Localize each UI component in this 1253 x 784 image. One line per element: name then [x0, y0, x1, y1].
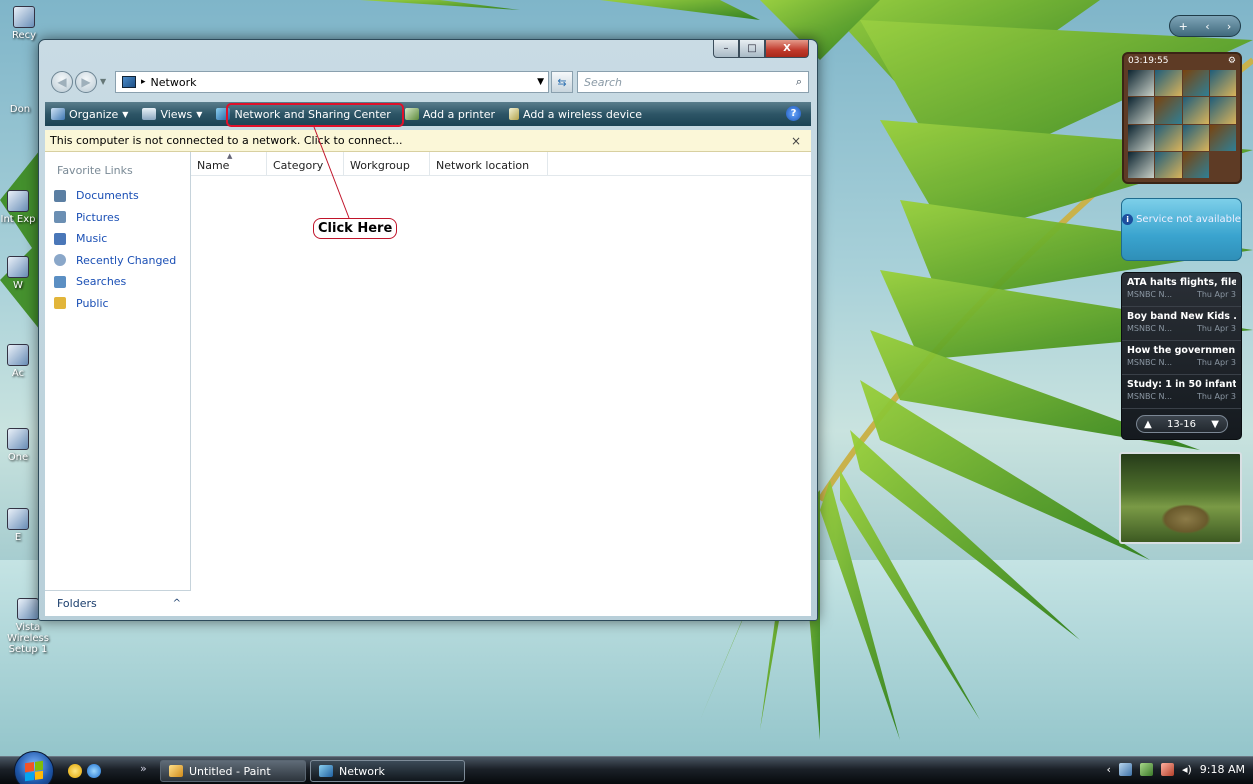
- news-source: MSNBC N...: [1127, 392, 1173, 401]
- pager-down-icon[interactable]: ▼: [1211, 419, 1219, 430]
- news-item[interactable]: ATA halts flights, file... MSNBC N... Thu…: [1122, 273, 1241, 307]
- puzzle-tile[interactable]: [1155, 124, 1182, 151]
- pager-range: 13-16: [1166, 418, 1197, 430]
- quick-launch-more[interactable]: »: [140, 762, 147, 775]
- clock[interactable]: 9:18 AM: [1200, 763, 1245, 776]
- puzzle-tile[interactable]: [1209, 70, 1236, 97]
- news-date: Thu Apr 3: [1196, 324, 1236, 333]
- pager-up-icon[interactable]: ▲: [1144, 419, 1152, 430]
- news-item[interactable]: Boy band New Kids ... MSNBC N... Thu Apr …: [1122, 307, 1241, 341]
- puzzle-options-icon[interactable]: ⚙: [1228, 56, 1236, 66]
- tray-expand-icon[interactable]: ‹: [1107, 763, 1111, 776]
- messenger-icon[interactable]: [68, 764, 82, 778]
- news-headline: Study: 1 in 50 infants...: [1127, 379, 1236, 390]
- puzzle-tile[interactable]: [1182, 151, 1209, 178]
- puzzle-tile[interactable]: [1209, 151, 1236, 178]
- puzzle-timer: 03:19:55: [1128, 56, 1169, 66]
- news-item[interactable]: Study: 1 in 50 infants... MSNBC N... Thu …: [1122, 375, 1241, 409]
- slideshow-image: [1161, 504, 1211, 534]
- news-item[interactable]: How the governmen... MSNBC N... Thu Apr 3: [1122, 341, 1241, 375]
- add-gadget-button[interactable]: +: [1179, 20, 1188, 33]
- system-tray: ‹ ◂) 9:18 AM: [1099, 763, 1245, 776]
- puzzle-tile[interactable]: [1182, 70, 1209, 97]
- weather-status: Service not available: [1136, 214, 1241, 225]
- news-pager: ▲ 13-16 ▼: [1135, 415, 1228, 433]
- puzzle-tile[interactable]: [1209, 97, 1236, 124]
- taskbar-button-network[interactable]: Network: [310, 760, 465, 782]
- news-source: MSNBC N...: [1127, 290, 1173, 299]
- news-source: MSNBC N...: [1127, 358, 1173, 367]
- news-headline: ATA halts flights, file...: [1127, 277, 1236, 288]
- puzzle-tile[interactable]: [1182, 97, 1209, 124]
- puzzle-grid[interactable]: [1128, 70, 1236, 178]
- news-source: MSNBC N...: [1127, 324, 1173, 333]
- network-status-icon[interactable]: [1160, 763, 1174, 776]
- start-button[interactable]: [14, 751, 54, 784]
- puzzle-tile[interactable]: [1128, 151, 1155, 178]
- taskbar-button-paint[interactable]: Untitled - Paint: [160, 760, 306, 782]
- internet-explorer-icon[interactable]: [87, 764, 101, 778]
- sidebar-controls: + ‹ ›: [1169, 15, 1241, 37]
- slideshow-gadget[interactable]: [1119, 452, 1242, 544]
- puzzle-tile[interactable]: [1155, 97, 1182, 124]
- power-icon[interactable]: [1139, 763, 1153, 776]
- paint-icon: [169, 765, 183, 777]
- news-date: Thu Apr 3: [1196, 358, 1236, 367]
- taskbar-button-label: Network: [339, 764, 385, 778]
- sidebar-prev-button[interactable]: ‹: [1205, 20, 1209, 33]
- taskbar: » Untitled - Paint Network ‹ ◂) 9:18 AM: [0, 751, 1253, 784]
- windows-logo-icon: [25, 760, 43, 782]
- news-feed-gadget: ATA halts flights, file... MSNBC N... Thu…: [1121, 272, 1242, 440]
- puzzle-tile[interactable]: [1128, 97, 1155, 124]
- puzzle-tile[interactable]: [1155, 151, 1182, 178]
- info-icon: i: [1122, 214, 1134, 225]
- sidebar-next-button[interactable]: ›: [1227, 20, 1231, 33]
- weather-gadget[interactable]: i Service not available: [1121, 198, 1242, 261]
- callout-pointer: [313, 126, 350, 219]
- click-here-callout: Click Here: [313, 218, 398, 239]
- news-headline: Boy band New Kids ...: [1127, 311, 1236, 322]
- volume-icon[interactable]: ◂): [1182, 763, 1192, 776]
- taskbar-button-label: Untitled - Paint: [189, 764, 271, 778]
- picture-puzzle-gadget[interactable]: 03:19:55 ⚙: [1122, 52, 1242, 184]
- puzzle-tile[interactable]: [1182, 124, 1209, 151]
- show-desktop-icon[interactable]: [1118, 763, 1132, 776]
- puzzle-header: 03:19:55 ⚙: [1124, 54, 1240, 68]
- news-date: Thu Apr 3: [1196, 392, 1236, 401]
- news-date: Thu Apr 3: [1196, 290, 1236, 299]
- network-icon: [319, 765, 333, 777]
- puzzle-tile[interactable]: [1128, 124, 1155, 151]
- news-headline: How the governmen...: [1127, 345, 1236, 356]
- puzzle-tile[interactable]: [1155, 70, 1182, 97]
- puzzle-tile[interactable]: [1128, 70, 1155, 97]
- puzzle-tile[interactable]: [1209, 124, 1236, 151]
